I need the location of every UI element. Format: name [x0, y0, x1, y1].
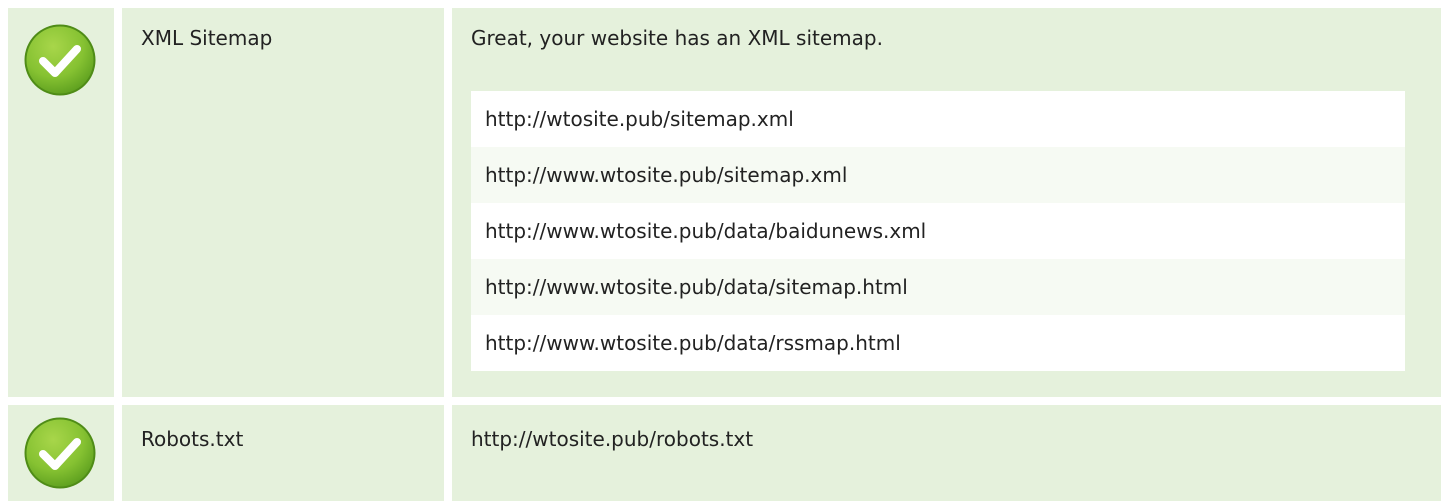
sitemap-url: http://www.wtosite.pub/data/sitemap.html: [471, 259, 1405, 315]
check-row-xml-sitemap: XML Sitemap Great, your website has an X…: [8, 8, 1441, 397]
check-detail-cell: Great, your website has an XML sitemap. …: [452, 8, 1441, 397]
sitemap-url: http://wtosite.pub/sitemap.xml: [471, 91, 1405, 147]
check-name: Robots.txt: [141, 427, 244, 451]
check-circle-icon: [24, 417, 96, 489]
sitemap-url: http://www.wtosite.pub/data/baidunews.xm…: [471, 203, 1405, 259]
status-cell: [8, 8, 114, 397]
seo-checks-report: XML Sitemap Great, your website has an X…: [0, 0, 1448, 501]
sitemap-url-list: http://wtosite.pub/sitemap.xml http://ww…: [471, 91, 1405, 371]
check-name-cell: Robots.txt: [122, 405, 444, 501]
check-circle-icon: [24, 24, 96, 96]
check-name: XML Sitemap: [141, 26, 273, 50]
sitemap-url: http://www.wtosite.pub/data/rssmap.html: [471, 315, 1405, 371]
robots-txt-url: http://wtosite.pub/robots.txt: [471, 427, 754, 451]
status-cell: [8, 405, 114, 501]
check-row-robots-txt: Robots.txt http://wtosite.pub/robots.txt: [8, 405, 1441, 501]
check-detail-cell: http://wtosite.pub/robots.txt: [452, 405, 1441, 501]
sitemap-url: http://www.wtosite.pub/sitemap.xml: [471, 147, 1405, 203]
check-name-cell: XML Sitemap: [122, 8, 444, 397]
check-message: Great, your website has an XML sitemap.: [471, 26, 883, 50]
